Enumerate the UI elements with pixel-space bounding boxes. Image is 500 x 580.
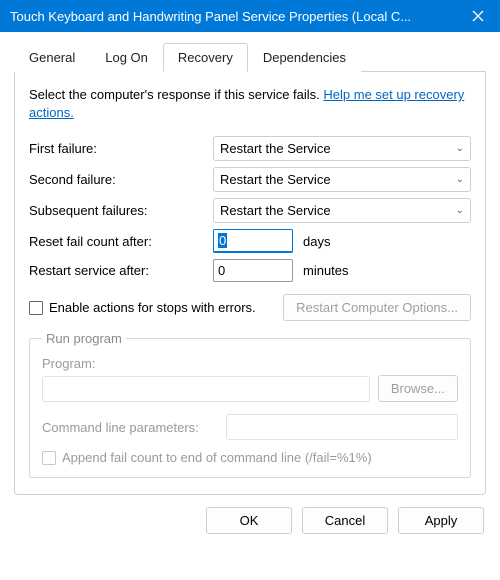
- program-path-input: [42, 376, 370, 402]
- row-first-failure: First failure: Restart the Service ⌄: [29, 136, 471, 161]
- row-enable-actions: Enable actions for stops with errors. Re…: [29, 294, 471, 321]
- tab-log-on[interactable]: Log On: [90, 43, 163, 72]
- subsequent-failures-value: Restart the Service: [220, 203, 331, 218]
- restart-service-input[interactable]: 0: [213, 259, 293, 282]
- browse-button: Browse...: [378, 375, 458, 402]
- restart-service-label: Restart service after:: [29, 263, 213, 278]
- restart-computer-options-button: Restart Computer Options...: [283, 294, 471, 321]
- restart-service-unit: minutes: [303, 263, 349, 278]
- tab-recovery[interactable]: Recovery: [163, 43, 248, 72]
- enable-actions-label: Enable actions for stops with errors.: [49, 300, 283, 315]
- chevron-down-icon: ⌄: [456, 143, 464, 154]
- second-failure-label: Second failure:: [29, 172, 213, 187]
- first-failure-label: First failure:: [29, 141, 213, 156]
- run-program-group: Run program Program: Browse... Command l…: [29, 331, 471, 478]
- reset-fail-count-value: 0: [218, 233, 227, 248]
- reset-fail-count-unit: days: [303, 234, 330, 249]
- command-line-params-input: [226, 414, 458, 440]
- row-restart-service: Restart service after: 0 minutes: [29, 259, 471, 282]
- command-line-params-label: Command line parameters:: [42, 420, 218, 435]
- window-title: Touch Keyboard and Handwriting Panel Ser…: [10, 9, 456, 24]
- title-bar: Touch Keyboard and Handwriting Panel Ser…: [0, 0, 500, 32]
- row-reset-fail-count: Reset fail count after: 0 days: [29, 229, 471, 253]
- chevron-down-icon: ⌄: [456, 205, 464, 216]
- cancel-button[interactable]: Cancel: [302, 507, 388, 534]
- dialog-content: General Log On Recovery Dependencies Sel…: [0, 32, 500, 495]
- second-failure-select[interactable]: Restart the Service ⌄: [213, 167, 471, 192]
- recovery-panel: Select the computer's response if this s…: [14, 72, 486, 495]
- subsequent-failures-label: Subsequent failures:: [29, 203, 213, 218]
- run-program-legend: Run program: [42, 331, 126, 346]
- append-fail-count-checkbox: [42, 451, 56, 465]
- second-failure-value: Restart the Service: [220, 172, 331, 187]
- ok-button[interactable]: OK: [206, 507, 292, 534]
- reset-fail-count-label: Reset fail count after:: [29, 234, 213, 249]
- tab-dependencies[interactable]: Dependencies: [248, 43, 361, 72]
- row-second-failure: Second failure: Restart the Service ⌄: [29, 167, 471, 192]
- tab-general[interactable]: General: [14, 43, 90, 72]
- apply-button[interactable]: Apply: [398, 507, 484, 534]
- first-failure-select[interactable]: Restart the Service ⌄: [213, 136, 471, 161]
- first-failure-value: Restart the Service: [220, 141, 331, 156]
- append-fail-count-label: Append fail count to end of command line…: [62, 450, 372, 465]
- intro-text: Select the computer's response if this s…: [29, 86, 471, 122]
- enable-actions-checkbox[interactable]: [29, 301, 43, 315]
- close-button[interactable]: [456, 0, 500, 32]
- row-subsequent-failures: Subsequent failures: Restart the Service…: [29, 198, 471, 223]
- subsequent-failures-select[interactable]: Restart the Service ⌄: [213, 198, 471, 223]
- program-label: Program:: [42, 356, 458, 371]
- chevron-down-icon: ⌄: [456, 174, 464, 185]
- intro-static: Select the computer's response if this s…: [29, 87, 323, 102]
- tab-strip: General Log On Recovery Dependencies: [14, 42, 486, 72]
- restart-service-value: 0: [218, 263, 225, 278]
- dialog-footer: OK Cancel Apply: [0, 495, 500, 546]
- reset-fail-count-input[interactable]: 0: [213, 229, 293, 253]
- close-icon: [472, 10, 484, 22]
